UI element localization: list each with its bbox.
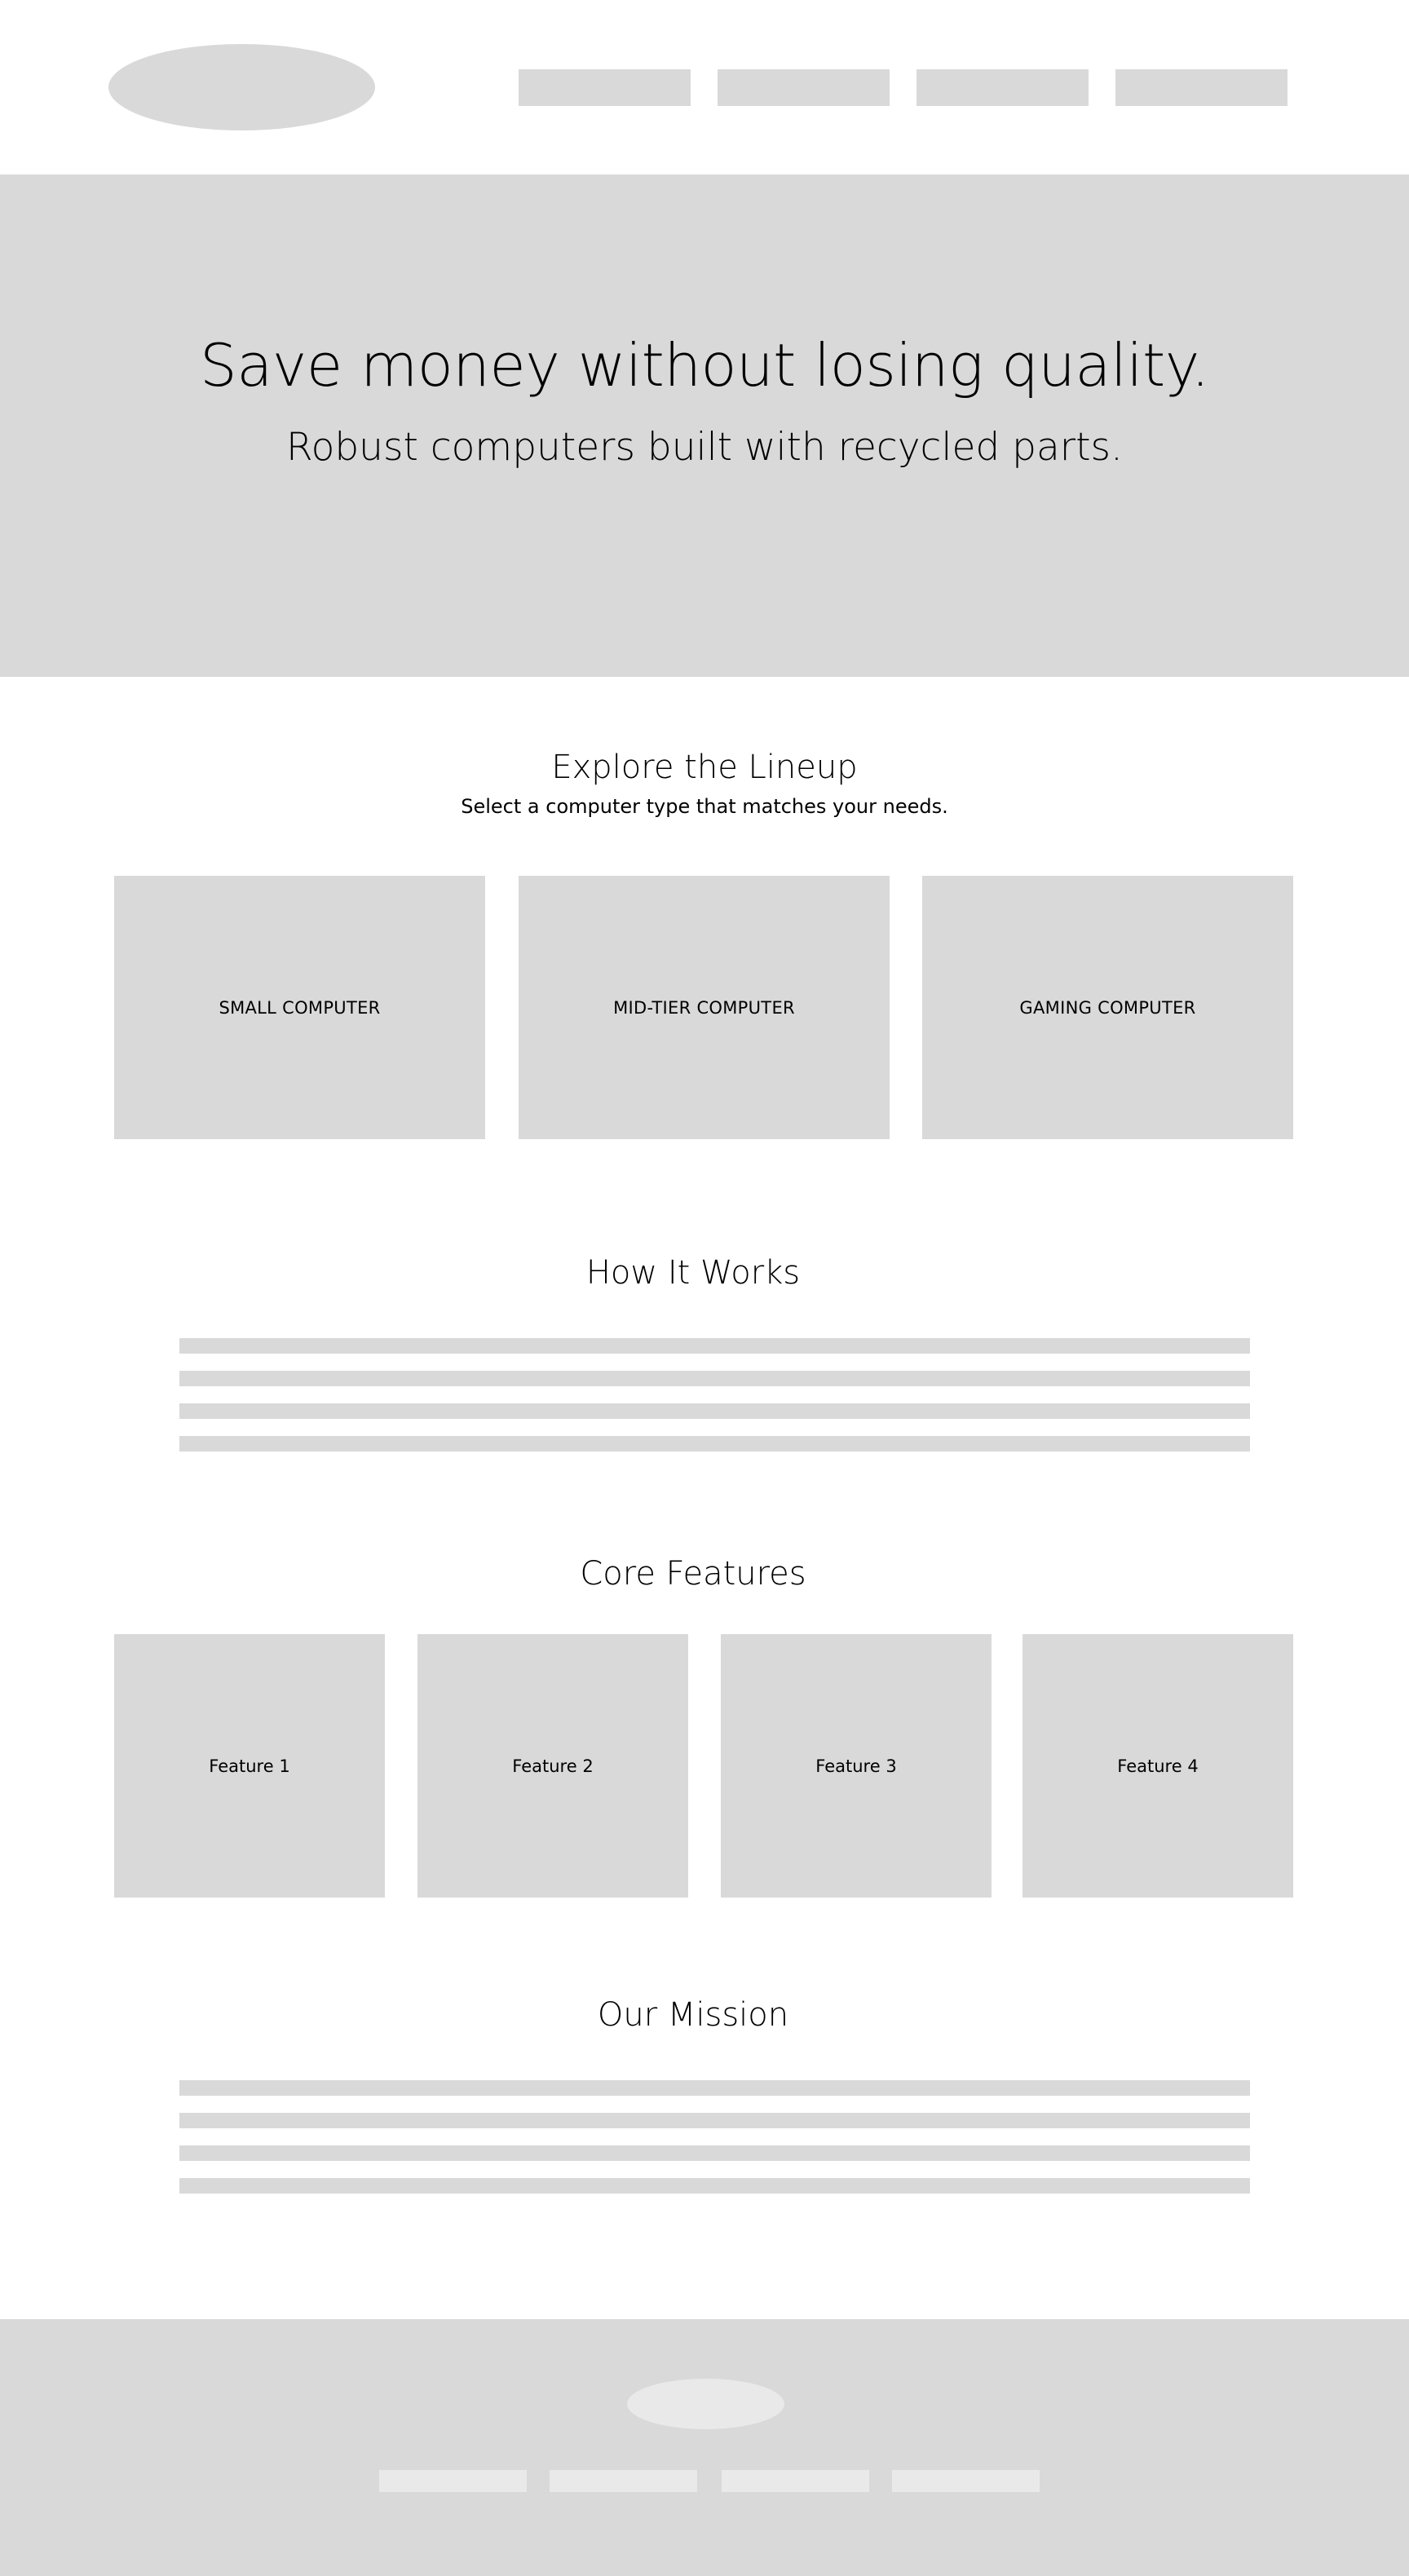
hero-subtitle: Robust computers built with recycled par… [286, 425, 1123, 470]
footer-link-2[interactable] [550, 2470, 697, 2492]
site-footer [0, 2319, 1409, 2576]
how-it-works-text-line [179, 1436, 1250, 1451]
hero-title: Save money without losing quality. [199, 331, 1210, 400]
feature-card-3[interactable]: Feature 3 [721, 1634, 992, 1898]
how-it-works-text-line [179, 1403, 1250, 1419]
how-it-works-text-line [179, 1371, 1250, 1386]
nav-link-2[interactable] [718, 69, 890, 106]
feature-card-1[interactable]: Feature 1 [114, 1634, 385, 1898]
footer-link-1[interactable] [379, 2470, 527, 2492]
lineup-card-small[interactable]: SMALL COMPUTER [114, 876, 485, 1139]
lineup-subtitle: Select a computer type that matches your… [461, 795, 948, 818]
feature-label: Feature 2 [512, 1756, 594, 1776]
nav-link-1[interactable] [519, 69, 691, 106]
nav-link-3[interactable] [917, 69, 1089, 106]
mission-text-line [179, 2178, 1250, 2194]
lineup-card-label: SMALL COMPUTER [219, 997, 381, 1018]
lineup-card-mid-tier[interactable]: MID-TIER COMPUTER [519, 876, 890, 1139]
lineup-card-gaming[interactable]: GAMING COMPUTER [922, 876, 1293, 1139]
how-it-works-text-line [179, 1338, 1250, 1354]
mission-title: Our Mission [597, 1996, 789, 2034]
mission-text-line [179, 2080, 1250, 2096]
footer-link-4[interactable] [892, 2470, 1040, 2492]
how-it-works-title: How It Works [585, 1254, 801, 1292]
feature-label: Feature 4 [1117, 1756, 1199, 1776]
lineup-card-label: MID-TIER COMPUTER [613, 997, 795, 1018]
lineup-title: Explore the Lineup [551, 749, 858, 786]
logo-placeholder[interactable] [108, 44, 375, 130]
mission-text-line [179, 2113, 1250, 2128]
mission-text-line [179, 2145, 1250, 2161]
nav-link-4[interactable] [1115, 69, 1288, 106]
footer-link-3[interactable] [722, 2470, 869, 2492]
feature-label: Feature 1 [209, 1756, 290, 1776]
core-features-title: Core Features [580, 1555, 806, 1593]
footer-logo-placeholder[interactable] [627, 2379, 784, 2429]
feature-label: Feature 3 [815, 1756, 897, 1776]
feature-card-2[interactable]: Feature 2 [417, 1634, 688, 1898]
feature-card-4[interactable]: Feature 4 [1023, 1634, 1293, 1898]
lineup-card-label: GAMING COMPUTER [1019, 997, 1196, 1018]
